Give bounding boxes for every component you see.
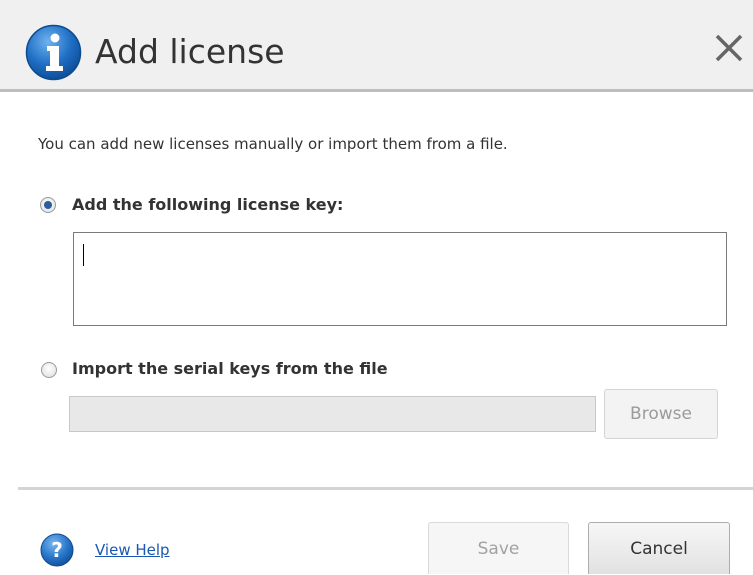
info-icon <box>25 24 82 81</box>
file-path-input[interactable] <box>69 396 596 432</box>
view-help-link[interactable]: View Help <box>95 540 170 560</box>
cancel-button[interactable]: Cancel <box>588 522 730 574</box>
text-caret <box>83 244 84 266</box>
dialog-title: Add license <box>95 32 285 71</box>
footer-divider <box>18 487 753 490</box>
svg-text:?: ? <box>51 538 63 562</box>
import-file-label[interactable]: Import the serial keys from the file <box>72 359 388 379</box>
license-key-input[interactable] <box>73 232 727 326</box>
close-icon[interactable] <box>711 30 747 66</box>
save-button[interactable]: Save <box>428 522 569 574</box>
intro-text: You can add new licenses manually or imp… <box>38 135 508 153</box>
add-key-label[interactable]: Add the following license key: <box>72 195 343 215</box>
import-file-radio[interactable] <box>41 362 57 378</box>
dialog-header: Add license <box>0 0 753 92</box>
browse-button[interactable]: Browse <box>604 389 718 439</box>
help-icon[interactable]: ? <box>39 532 75 568</box>
add-key-radio[interactable] <box>40 197 56 213</box>
